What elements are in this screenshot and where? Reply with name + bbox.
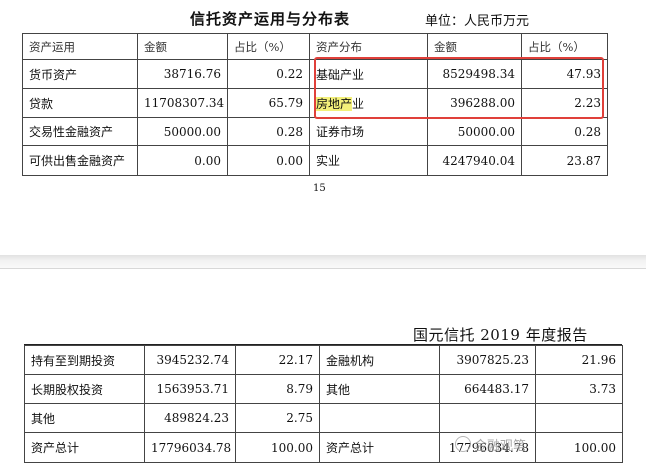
header-cell: 占比（%） [521,33,608,60]
table-cell: 22.17 [235,345,320,375]
report-header: 国元信托 2019 年度报告 [413,326,588,344]
table-cell: 货币资产 [22,59,138,89]
page-divider [0,268,646,269]
table-row: 其他 489824.23 2.75 [24,403,623,433]
header-cell: 金额 [427,33,522,60]
header-cell: 占比（%） [227,33,310,60]
table-cell: 交易性金融资产 [22,117,138,146]
table-cell: 证券市场 [309,117,428,146]
table-cell: 4247940.04 [427,145,522,176]
table-cell: 17796034.78 [144,432,236,463]
table-cell: 2.75 [235,403,320,433]
table-cell: 持有至到期投资 [24,345,145,375]
table-cell: 38716.76 [137,59,228,89]
table-cell [319,403,440,433]
table-cell: 金融机构 [319,345,440,375]
table-cell: 3907825.23 [439,345,536,375]
table-cell: 50000.00 [427,117,522,146]
header-cell: 金额 [137,33,228,60]
table-cell: 3.73 [535,374,623,404]
table-cell: 23.87 [521,145,608,176]
table-cell [439,403,536,433]
table-cell: 贷款 [22,88,138,118]
asset-distribution-table-continued: 持有至到期投资 3945232.74 22.17 金融机构 3907825.23… [24,345,623,463]
table-row: 交易性金融资产 50000.00 0.28 证券市场 50000.00 0.28 [22,117,608,146]
table-cell: 489824.23 [144,403,236,433]
table-cell: 8.79 [235,374,320,404]
table-cell: 资产总计 [24,432,145,463]
highlight-annotation-box [314,57,604,119]
table-cell: 65.79 [227,88,310,118]
table-cell: 0.00 [137,145,228,176]
table-cell: 100.00 [535,432,623,463]
table-cell: 可供出售金融资产 [22,145,138,176]
table-cell: 0.22 [227,59,310,89]
wechat-icon [455,436,471,452]
table-cell: 0.28 [227,117,310,146]
table-cell: 实业 [309,145,428,176]
table-cell: 3945232.74 [144,345,236,375]
watermark-text: 金融观笔 [474,439,527,454]
unit-label: 单位：人民币万元 [425,14,530,29]
table-cell: 50000.00 [137,117,228,146]
table-cell: 21.96 [535,345,623,375]
table-cell: 资产总计 [319,432,440,463]
table-cell: 长期股权投资 [24,374,145,404]
page-gap [0,255,646,269]
header-cell: 资产运用 [22,33,138,60]
table-row-total: 资产总计 17796034.78 100.00 资产总计 17796034.78… [24,432,623,463]
table-cell: 其他 [319,374,440,404]
table-row: 可供出售金融资产 0.00 0.00 实业 4247940.04 23.87 [22,145,608,176]
watermark: 金融观笔 [455,435,526,454]
table-cell: 100.00 [235,432,320,463]
header-cell: 资产分布 [309,33,428,60]
table-row: 长期股权投资 1563953.71 8.79 其他 664483.17 3.73 [24,374,623,404]
table-cell: 0.28 [521,117,608,146]
page-number: 15 [313,183,326,194]
table-cell: 1563953.71 [144,374,236,404]
table-header-row: 资产运用 金额 占比（%） 资产分布 金额 占比（%） [22,33,608,60]
table-cell: 0.00 [227,145,310,176]
table-cell: 664483.17 [439,374,536,404]
table-cell: 其他 [24,403,145,433]
table-row: 持有至到期投资 3945232.74 22.17 金融机构 3907825.23… [24,345,623,375]
table-title: 信托资产运用与分布表 [190,10,351,28]
table-cell [535,403,623,433]
table-cell: 11708307.34 [137,88,228,118]
